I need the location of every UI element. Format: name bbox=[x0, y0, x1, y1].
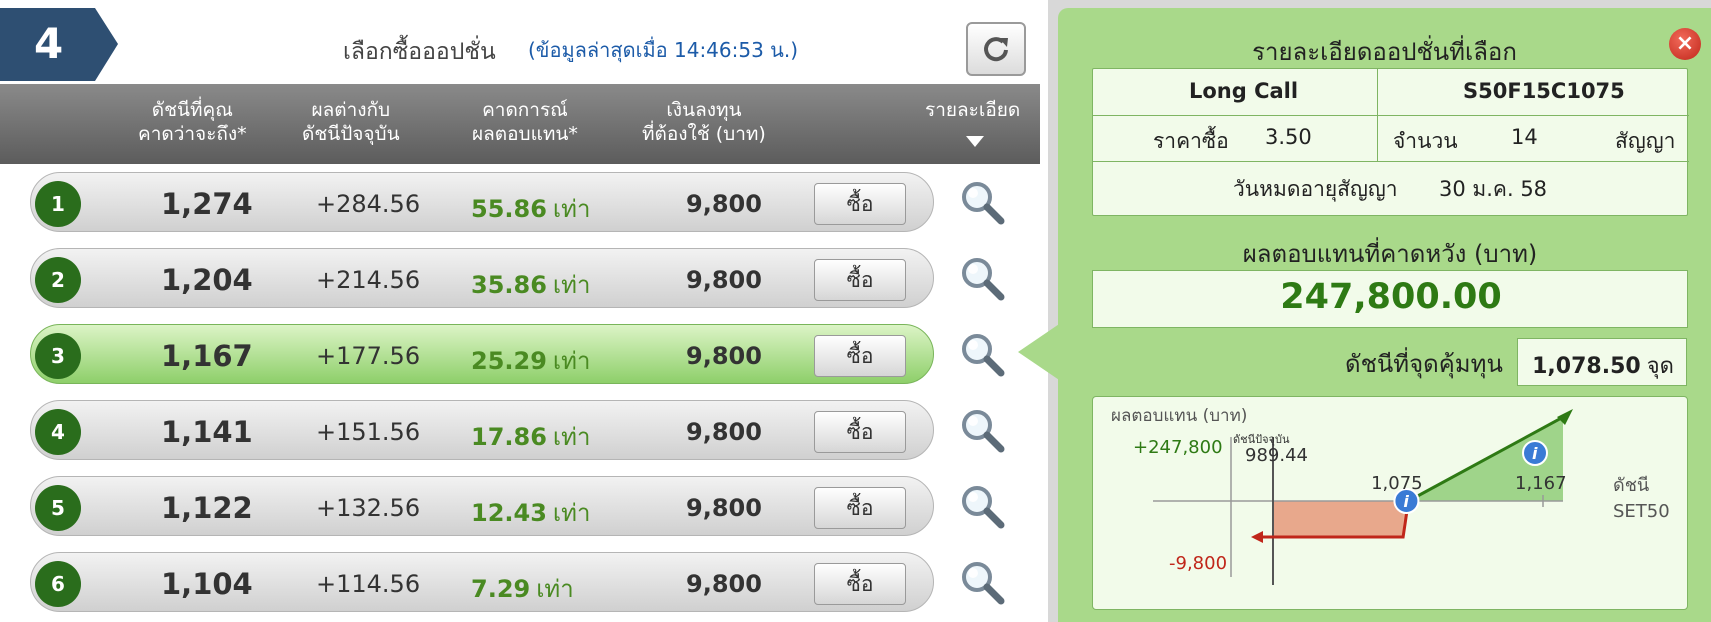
expiry-value: 30 ม.ค. 58 bbox=[1439, 177, 1548, 201]
index-difference: +284.56 bbox=[316, 190, 421, 218]
option-row-3[interactable]: 3 1,167 +177.56 25.29 เท่า 9,800 ซื้อ bbox=[30, 324, 934, 384]
expected-return: 25.29 เท่า bbox=[471, 347, 591, 375]
current-index-value: 989.44 bbox=[1245, 445, 1308, 466]
loss-arrow bbox=[1251, 531, 1263, 543]
row-number-badge: 1 bbox=[35, 181, 81, 227]
col-header-detail: รายละเอียด bbox=[925, 99, 1021, 121]
investment-amount: 9,800 bbox=[686, 342, 762, 370]
y-min-label: -9,800 bbox=[1169, 553, 1227, 574]
target-index: 1,122 bbox=[161, 491, 253, 525]
col-header-investment: เงินลงทุน ที่ต้องใช้ (บาท) bbox=[642, 99, 766, 145]
target-index: 1,141 bbox=[161, 415, 253, 449]
qty-unit: สัญญา bbox=[1615, 129, 1676, 153]
expected-return-value: 247,800.00 bbox=[1280, 277, 1502, 317]
magnifier-icon[interactable] bbox=[958, 178, 1006, 226]
magnifier-icon[interactable] bbox=[958, 558, 1006, 606]
index-difference: +151.56 bbox=[316, 418, 421, 446]
row-number-badge: 4 bbox=[35, 409, 81, 455]
expected-return: 12.43 เท่า bbox=[471, 499, 591, 527]
investment-amount: 9,800 bbox=[686, 570, 762, 598]
target-index: 1,167 bbox=[161, 339, 253, 373]
option-row-4[interactable]: 4 1,141 +151.56 17.86 เท่า 9,800 ซื้อ bbox=[30, 400, 934, 460]
magnifier-icon[interactable] bbox=[958, 406, 1006, 454]
page-title: เลือกซื้อออปชั่น bbox=[343, 39, 496, 65]
x-axis-label-2: SET50 bbox=[1613, 501, 1670, 522]
expected-return-box: 247,800.00 bbox=[1092, 270, 1688, 328]
buy-button[interactable]: ซื้อ bbox=[814, 563, 906, 605]
buy-button[interactable]: ซื้อ bbox=[814, 411, 906, 453]
close-icon: × bbox=[1675, 31, 1695, 56]
magnifier-icon[interactable] bbox=[958, 482, 1006, 530]
row-number-badge: 5 bbox=[35, 485, 81, 531]
step-badge: 4 bbox=[0, 8, 118, 81]
strike-label: 1,075 bbox=[1371, 473, 1423, 494]
expected-return: 7.29 เท่า bbox=[471, 575, 574, 603]
breakeven-value: 1,078.50 จุด bbox=[1532, 354, 1674, 379]
close-button[interactable]: × bbox=[1669, 28, 1701, 60]
loss-area bbox=[1273, 501, 1404, 537]
refresh-button[interactable] bbox=[966, 22, 1026, 76]
option-row-1[interactable]: 1 1,274 +284.56 55.86 เท่า 9,800 ซื้อ bbox=[30, 172, 934, 232]
expiry-label: วันหมดอายุสัญญา bbox=[1233, 177, 1398, 201]
row-number-badge: 3 bbox=[35, 333, 81, 379]
last-update-text: (ข้อมูลล่าสุดเมื่อ 14:46:53 น.) bbox=[528, 38, 799, 62]
sort-down-icon bbox=[966, 136, 984, 147]
index-difference: +214.56 bbox=[316, 266, 421, 294]
option-row-6[interactable]: 6 1,104 +114.56 7.29 เท่า 9,800 ซื้อ bbox=[30, 552, 934, 612]
option-info-table: Long Call S50F15C1075 ราคาซื้อ 3.50 จำนว… bbox=[1092, 68, 1689, 216]
magnifier-icon[interactable] bbox=[958, 330, 1006, 378]
option-list-panel: 4 เลือกซื้อออปชั่น (ข้อมูลล่าสุดเมื่อ 14… bbox=[0, 0, 1040, 622]
investment-amount: 9,800 bbox=[686, 190, 762, 218]
expected-return-label: ผลตอบแทนที่คาดหวัง (บาท) bbox=[1242, 240, 1538, 268]
expected-return: 35.86 เท่า bbox=[471, 271, 591, 299]
price-label: ราคาซื้อ bbox=[1153, 129, 1229, 153]
price-value: 3.50 bbox=[1265, 125, 1312, 149]
x-axis-label-1: ดัชนี bbox=[1613, 475, 1649, 496]
refresh-icon bbox=[984, 37, 1008, 62]
qty-value: 14 bbox=[1511, 125, 1538, 149]
row-number-badge: 6 bbox=[35, 561, 81, 607]
buy-button[interactable]: ซื้อ bbox=[814, 487, 906, 529]
col-header-return: คาดการณ์ ผลตอบแทน* bbox=[472, 99, 578, 145]
target-index: 1,104 bbox=[161, 567, 253, 601]
buy-button[interactable]: ซื้อ bbox=[814, 335, 906, 377]
y-max-label: +247,800 bbox=[1133, 437, 1223, 458]
buy-button[interactable]: ซื้อ bbox=[814, 259, 906, 301]
investment-amount: 9,800 bbox=[686, 266, 762, 294]
target-index: 1,274 bbox=[161, 187, 253, 221]
breakeven-info-icon-glyph: i bbox=[1403, 492, 1409, 511]
breakeven-box: 1,078.50 จุด bbox=[1517, 338, 1687, 386]
expected-return: 17.86 เท่า bbox=[471, 423, 591, 451]
target-info-icon-glyph: i bbox=[1532, 444, 1538, 463]
index-difference: +114.56 bbox=[316, 570, 421, 598]
option-series: S50F15C1075 bbox=[1463, 79, 1625, 103]
option-row-2[interactable]: 2 1,204 +214.56 35.86 เท่า 9,800 ซื้อ bbox=[30, 248, 934, 308]
index-difference: +177.56 bbox=[316, 342, 421, 370]
col-header-index: ดัชนีที่คุณ คาดว่าจะถึง* bbox=[138, 99, 247, 145]
table-header: ดัชนีที่คุณ คาดว่าจะถึง* ผลต่างกับ ดัชนีปั… bbox=[0, 84, 1040, 164]
payoff-chart-svg: iiผลตอบแทน (บาท)+247,800 ดัชนีปัจจุบัน989… bbox=[1111, 406, 1670, 585]
qty-label: จำนวน bbox=[1393, 129, 1458, 153]
col-header-diff: ผลต่างกับ ดัชนีปัจจุบัน bbox=[302, 99, 400, 145]
row-number-badge: 2 bbox=[35, 257, 81, 303]
breakeven-label: ดัชนีที่จุดคุ้มทุน bbox=[1345, 350, 1503, 378]
magnifier-icon[interactable] bbox=[958, 254, 1006, 302]
detail-title: รายละเอียดออปชั่นที่เลือก bbox=[1252, 38, 1517, 66]
target-index: 1,204 bbox=[161, 263, 253, 297]
index-difference: +132.56 bbox=[316, 494, 421, 522]
payoff-chart: i i ผลตอบแทน (บาท) +247,800 ดัชนีปัจจุบัน 989… bbox=[1092, 396, 1688, 610]
y-axis-label: ผลตอบแทน (บาท) bbox=[1111, 406, 1247, 426]
target-label: 1,167 bbox=[1515, 473, 1567, 494]
investment-amount: 9,800 bbox=[686, 418, 762, 446]
buy-button[interactable]: ซื้อ bbox=[814, 183, 906, 225]
strategy-name: Long Call bbox=[1189, 79, 1299, 103]
step-number: 4 bbox=[34, 19, 64, 68]
investment-amount: 9,800 bbox=[686, 494, 762, 522]
expected-return: 55.86 เท่า bbox=[471, 195, 591, 223]
option-row-5[interactable]: 5 1,122 +132.56 12.43 เท่า 9,800 ซื้อ bbox=[30, 476, 934, 536]
